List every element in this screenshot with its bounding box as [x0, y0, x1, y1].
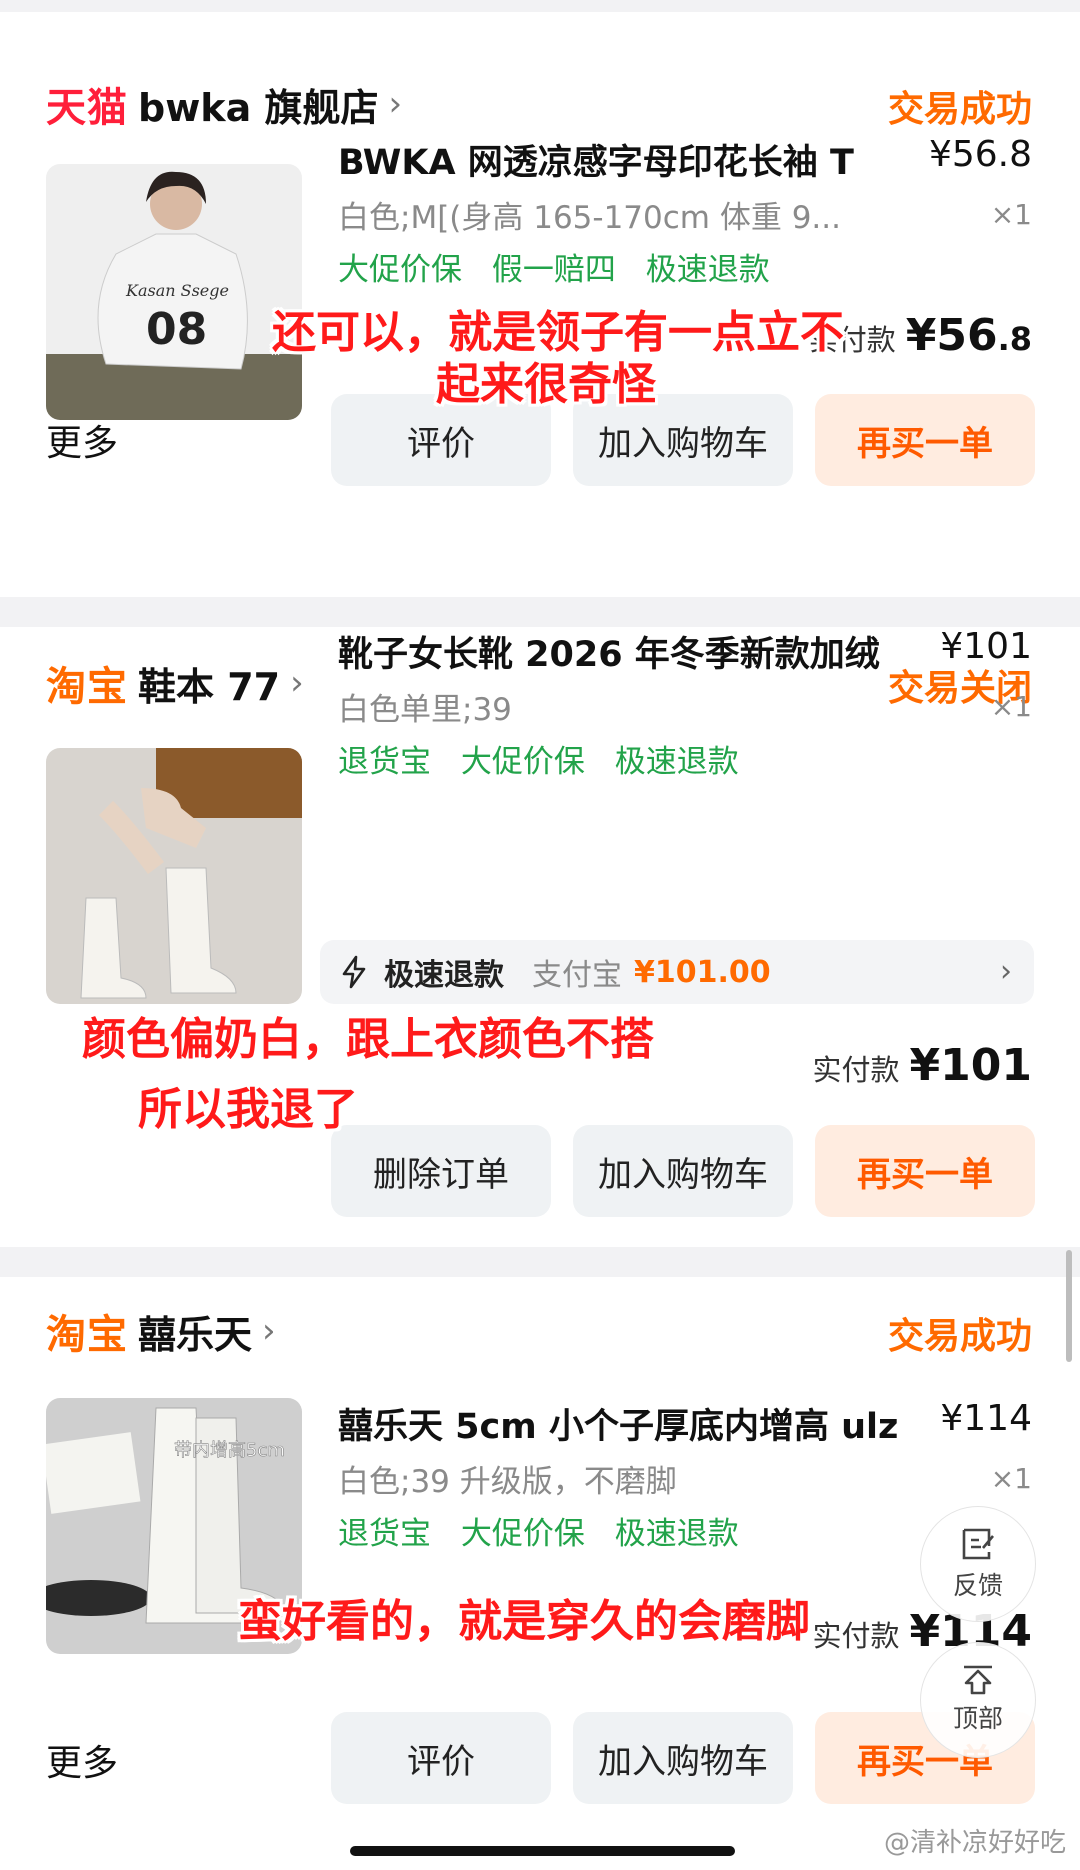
tag-fast-refund: 极速退款 [614, 744, 739, 780]
home-indicator[interactable] [350, 1846, 735, 1856]
product-spec: 白色单里;39 [338, 692, 512, 728]
paid-amount: 实付款 ¥101 [813, 1040, 1032, 1091]
svg-text:08: 08 [146, 304, 207, 355]
feedback-icon [962, 1528, 994, 1560]
back-to-top-button[interactable]: 顶部 [920, 1642, 1036, 1758]
watermark: @清补凉好好吃 [883, 1828, 1066, 1858]
annotation-line-2: 所以我退了 [138, 1084, 358, 1135]
shop-name[interactable]: 囍乐天 [138, 1304, 252, 1359]
shop-header[interactable]: 淘宝 鞋本 77 › [46, 653, 304, 713]
delete-order-button[interactable]: 删除订单 [331, 1125, 551, 1217]
chevron-right-icon: › [290, 663, 304, 703]
feedback-button[interactable]: 反馈 [920, 1506, 1036, 1622]
tag-fast-refund: 极速退款 [645, 252, 770, 288]
lightning-icon [342, 955, 366, 989]
product-qty: ×1 [990, 1462, 1032, 1495]
refund-label: 极速退款 [384, 958, 504, 993]
feedback-label: 反馈 [952, 1571, 1003, 1600]
tag-fast-refund: 极速退款 [614, 1516, 739, 1552]
annotation-line-1: 颜色偏奶白，跟上衣颜色不搭 [82, 1014, 654, 1065]
product-image[interactable] [46, 748, 302, 1004]
scrollbar[interactable] [1066, 1250, 1072, 1362]
top-strip [0, 0, 1080, 42]
tag-return-insurance: 退货宝 [338, 1516, 431, 1552]
paid-label: 实付款 [812, 1053, 900, 1087]
product-title[interactable]: 靴子女长靴 2026 年冬季新款加绒 [338, 626, 908, 677]
product-title[interactable]: BWKA 网透凉感字母印花长袖 T [338, 134, 908, 185]
paid-value: ¥56.8 [905, 310, 1032, 361]
taobao-logo: 淘宝 [46, 1312, 128, 1358]
product-spec: 白色;M[(身高 165-170cm 体重 9... [338, 200, 841, 236]
tag-price-protect: 大促价保 [338, 252, 462, 288]
service-tags: 大促价保 假一赔四 极速退款 [338, 244, 790, 289]
add-to-cart-button[interactable]: 加入购物车 [573, 1712, 793, 1804]
fast-refund-bar[interactable]: 极速退款 支付宝 ¥101.00 › [320, 940, 1034, 1004]
annotation-line-1: 蛮好看的，就是穿久的会磨脚 [238, 1596, 810, 1647]
shop-name[interactable]: 鞋本 77 [138, 656, 280, 711]
chevron-right-icon: › [262, 1311, 276, 1351]
annotation-line-2: 起来很奇怪 [436, 359, 656, 410]
svg-text:带内增高5cm: 带内增高5cm [174, 1440, 285, 1461]
review-button[interactable]: 评价 [331, 1712, 551, 1804]
refund-payment-method: 支付宝 [532, 958, 622, 993]
buy-again-button[interactable]: 再买一单 [815, 394, 1035, 486]
add-to-cart-button[interactable]: 加入购物车 [573, 1125, 793, 1217]
paid-label: 实付款 [812, 1619, 900, 1653]
chevron-right-icon: › [388, 84, 403, 124]
product-qty: ×1 [990, 198, 1032, 231]
product-price: ¥114 [940, 1398, 1032, 1439]
previous-card-edge [0, 12, 1080, 42]
product-title[interactable]: 囍乐天 5cm 小个子厚底内增高 ulz [338, 1398, 908, 1449]
taobao-logo: 淘宝 [46, 664, 128, 710]
product-price: ¥101 [940, 626, 1032, 667]
refund-amount: ¥101.00 [634, 954, 771, 990]
product-qty: ×1 [990, 690, 1032, 723]
order-status: 交易成功 [887, 89, 1032, 130]
service-tags: 退货宝 大促价保 极速退款 [338, 1508, 759, 1553]
more-link[interactable]: 更多 [46, 1734, 118, 1786]
shop-name[interactable]: bwka 旗舰店 [138, 77, 378, 132]
product-price: ¥56.8 [928, 134, 1032, 175]
product-image[interactable]: Kasan Ssege 08 [46, 164, 302, 420]
order-card-1: 天猫 bwka 旗舰店 › 交易成功 Kasan Ssege 08 BWKA 网… [0, 42, 1080, 597]
more-link[interactable]: 更多 [46, 414, 118, 466]
paid-value: ¥101 [909, 1040, 1032, 1091]
chevron-right-icon: › [1000, 954, 1012, 989]
tag-price-protect: 大促价保 [460, 744, 585, 780]
tag-fake-compensate: 假一赔四 [491, 252, 616, 288]
arrow-up-icon [964, 1665, 992, 1695]
product-spec: 白色;39 升级版，不磨脚 [338, 1464, 677, 1500]
order-status: 交易成功 [887, 1316, 1032, 1357]
shop-header[interactable]: 淘宝 囍乐天 › [46, 1301, 276, 1361]
tag-return-insurance: 退货宝 [338, 744, 431, 780]
tmall-logo: 天猫 [46, 85, 128, 131]
back-to-top-label: 顶部 [952, 1704, 1003, 1733]
service-tags: 退货宝 大促价保 极速退款 [338, 736, 759, 781]
tag-price-protect: 大促价保 [460, 1516, 585, 1552]
svg-text:Kasan Ssege: Kasan Ssege [125, 281, 229, 300]
buy-again-button[interactable]: 再买一单 [815, 1125, 1035, 1217]
shop-header[interactable]: 天猫 bwka 旗舰店 › [46, 74, 402, 134]
